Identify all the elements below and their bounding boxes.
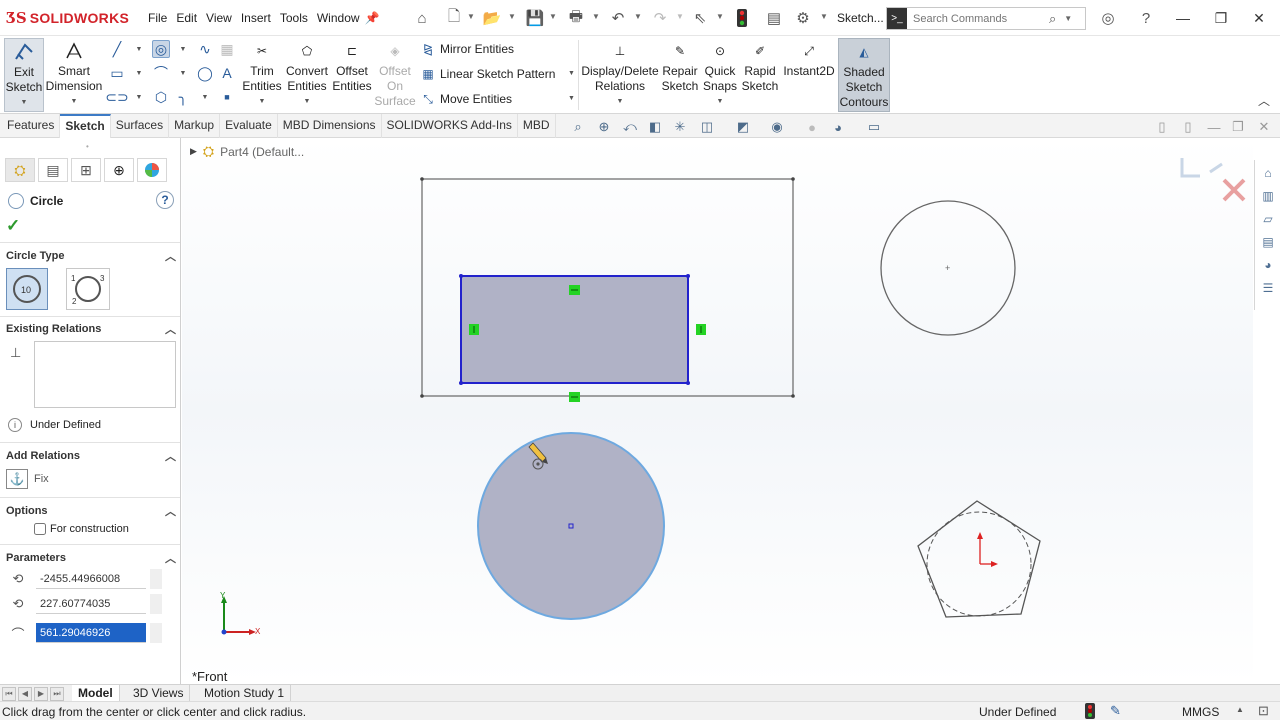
rectangle-corner-point[interactable] (459, 381, 463, 385)
rectangle-corner-point[interactable] (420, 177, 424, 181)
next-tab-icon[interactable]: ▶ (34, 687, 48, 701)
coordinate-triad-icon (221, 596, 256, 635)
units-label[interactable]: MMGS (1182, 705, 1219, 719)
sketch-canvas: + (221, 158, 1246, 635)
sketch-pentagon[interactable] (917, 500, 1041, 618)
design-library-icon[interactable]: ▥ (1258, 186, 1278, 206)
tab-motion-study-1[interactable]: Motion Study 1 (198, 685, 292, 702)
model-tabs-bar: ⏮ ◀ ▶ ⏭ Model 3D Views Motion Study 1 (0, 684, 1280, 702)
axis-y-label: Y (220, 591, 226, 600)
appearances-icon[interactable]: ◕ (1258, 255, 1278, 275)
sketch-status: Under Defined (979, 705, 1057, 719)
origin-icon (977, 532, 998, 567)
confirmation-corner[interactable] (1180, 158, 1246, 202)
rectangle-corner-point[interactable] (686, 274, 690, 278)
rebuild-status-icon[interactable] (1085, 703, 1095, 720)
rectangle-corner-point[interactable] (686, 381, 690, 385)
rectangle-corner-point[interactable] (420, 394, 424, 398)
help-status-icon[interactable]: ⊡ (1258, 703, 1269, 719)
view-orientation-name: *Front (192, 669, 228, 684)
first-tab-icon[interactable]: ⏮ (2, 687, 16, 701)
view-palette-icon[interactable]: ▤ (1258, 232, 1278, 252)
horizontal-relation-icon[interactable] (569, 285, 580, 295)
vertical-relation-icon[interactable] (469, 324, 479, 335)
status-hint: Click drag from the center or click cent… (2, 705, 307, 719)
last-tab-icon[interactable]: ⏭ (50, 687, 64, 701)
circle-center-point[interactable]: + (945, 263, 950, 273)
tab-model[interactable]: Model (72, 685, 120, 702)
horizontal-relation-icon[interactable] (569, 392, 580, 402)
task-pane: ⌂ ▥ ▱ ▤ ◕ ☰ (1254, 160, 1280, 310)
rectangle-corner-point[interactable] (459, 274, 463, 278)
preview-circle[interactable] (477, 432, 665, 620)
rectangle-corner-point[interactable] (791, 177, 795, 181)
vertical-relation-icon[interactable] (696, 324, 706, 335)
axis-x-label: X (255, 627, 261, 636)
file-explorer-icon[interactable]: ▱ (1258, 209, 1278, 229)
tab-3d-views[interactable]: 3D Views (127, 685, 191, 702)
custom-properties-icon[interactable]: ☰ (1258, 278, 1278, 298)
sketch-status-icon[interactable]: ✎ (1110, 703, 1121, 719)
units-dropdown-icon[interactable]: ▲ (1236, 705, 1244, 714)
prev-tab-icon[interactable]: ◀ (18, 687, 32, 701)
solidworks-resources-icon[interactable]: ⌂ (1258, 163, 1278, 183)
status-bar: Click drag from the center or click cent… (0, 701, 1280, 720)
rectangle-corner-point[interactable] (791, 394, 795, 398)
